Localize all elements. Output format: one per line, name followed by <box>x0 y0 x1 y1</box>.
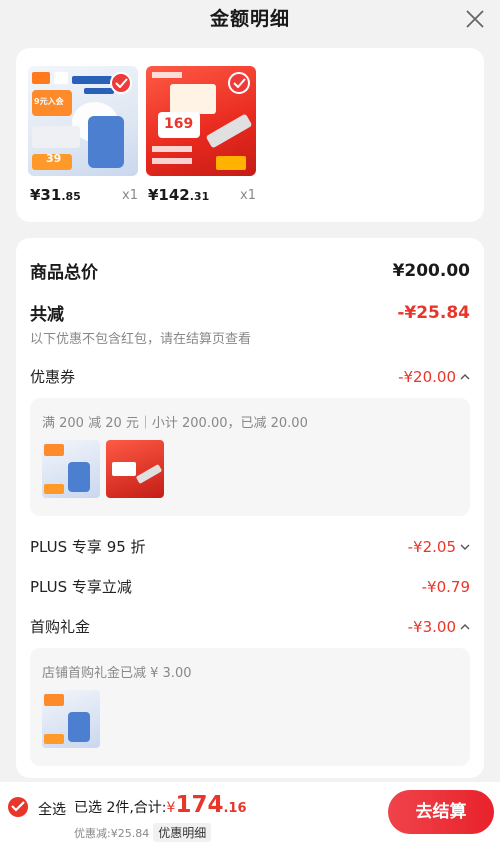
plus-instant-label: PLUS 专享立减 <box>30 578 132 596</box>
chevron-up-icon[interactable] <box>460 373 470 381</box>
first-gift-product-thumb <box>42 690 100 748</box>
plus-discount-value: -¥2.05 <box>407 537 456 556</box>
coupon-value-wrap: -¥20.00 <box>398 368 470 386</box>
total-price-label: 商品总价 <box>30 263 98 283</box>
coupon-detail-box: 满 200 减 20 元｜小计 200.00，已减 20.00 <box>30 398 470 516</box>
coupon-product-thumb <box>106 440 164 498</box>
close-icon[interactable] <box>464 8 486 30</box>
first-gift-detail-text: 店铺首购礼金已减 ¥ 3.00 <box>42 666 192 681</box>
product-qty: x1 <box>122 188 138 203</box>
select-all-checkbox[interactable] <box>8 797 28 817</box>
first-gift-label: 首购礼金 <box>30 618 91 636</box>
first-gift-value: -¥3.00 <box>407 617 456 636</box>
product-badge: 169 <box>164 116 194 132</box>
total-summary: 已选 2件,合计:¥174.16 <box>74 792 247 818</box>
product-qty: x1 <box>240 188 256 203</box>
coupon-label: 优惠券 <box>30 368 76 386</box>
first-gift-row[interactable]: 首购礼金 -¥3.00 <box>30 616 470 637</box>
discount-detail-link[interactable]: 优惠明细 <box>153 823 212 842</box>
header: 金额明细 <box>0 0 500 40</box>
first-gift-value-wrap: -¥3.00 <box>408 618 470 636</box>
coupon-product-thumb <box>42 440 100 498</box>
check-icon <box>110 72 132 94</box>
product-badge: 9元入会 <box>34 97 64 106</box>
select-all-label[interactable]: 全选 <box>38 799 66 819</box>
product-price: ¥31.85 <box>30 186 81 204</box>
total-amount: ¥174.16 <box>166 792 247 818</box>
discount-summary: 优惠减:¥25.84 优惠明细 <box>74 823 212 842</box>
product-price: ¥142.31 <box>148 186 210 204</box>
total-price-value: ¥200.00 <box>392 260 470 281</box>
checkout-button[interactable]: 去结算 <box>388 790 494 834</box>
product-item[interactable]: 169 ¥142.31 x1 <box>146 66 256 204</box>
coupon-row[interactable]: 优惠券 -¥20.00 <box>30 366 470 387</box>
total-reduce-row: 共减 -¥25.84 <box>30 300 470 326</box>
reduce-note: 以下优惠不包含红包，请在结算页查看 <box>30 332 252 347</box>
total-price-row: 商品总价 ¥200.00 <box>30 258 470 284</box>
page-title: 金额明细 <box>209 8 290 30</box>
amount-detail-card: 商品总价 ¥200.00 共减 -¥25.84 以下优惠不包含红包，请在结算页查… <box>16 238 484 778</box>
selected-count-text: 已选 2件,合计: <box>74 800 167 816</box>
product-list-card: 9元入会 39 ¥31.85 x1 169 ¥142.31 x1 <box>16 48 484 222</box>
total-reduce-label: 共减 <box>30 305 64 325</box>
checkout-bar: 全选 已选 2件,合计:¥174.16 优惠减:¥25.84 优惠明细 去结算 <box>0 782 500 844</box>
plus-discount-row[interactable]: PLUS 专享 95 折 -¥2.05 <box>30 536 470 557</box>
chevron-up-icon[interactable] <box>460 623 470 631</box>
total-reduce-value: -¥25.84 <box>397 302 470 323</box>
product-item[interactable]: 9元入会 39 ¥31.85 x1 <box>28 66 138 204</box>
plus-instant-row: PLUS 专享立减 -¥0.79 <box>30 576 470 597</box>
discount-text: 优惠减:¥25.84 <box>74 827 150 840</box>
chevron-down-icon[interactable] <box>460 543 470 551</box>
plus-discount-value-wrap: -¥2.05 <box>408 538 470 556</box>
plus-instant-value: -¥0.79 <box>421 577 470 596</box>
check-icon <box>228 72 250 94</box>
first-gift-detail-box: 店铺首购礼金已减 ¥ 3.00 <box>30 648 470 766</box>
coupon-detail-text: 满 200 减 20 元｜小计 200.00，已减 20.00 <box>42 416 308 431</box>
plus-discount-label: PLUS 专享 95 折 <box>30 538 146 556</box>
coupon-value: -¥20.00 <box>398 367 456 386</box>
